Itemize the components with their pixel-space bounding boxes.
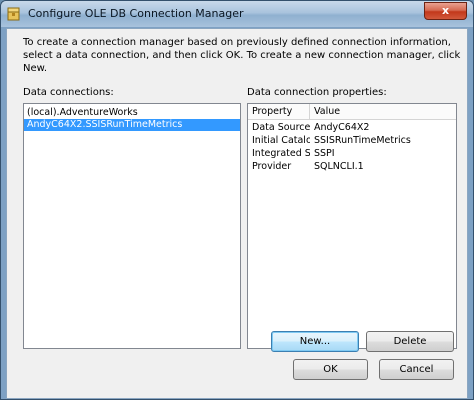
property-value: SSISRunTimeMetrics bbox=[314, 135, 411, 146]
property-row: Data Source AndyC64X2 bbox=[248, 122, 456, 134]
property-value: SQLNCLI.1 bbox=[314, 161, 364, 172]
properties-grid: Property Value Data Source AndyC64X2 Ini… bbox=[247, 103, 457, 349]
close-icon: x bbox=[441, 4, 450, 17]
close-button[interactable]: x bbox=[424, 2, 467, 20]
window-title: Configure OLE DB Connection Manager bbox=[28, 7, 244, 20]
dialog-client-area: To create a connection manager based on … bbox=[6, 28, 468, 399]
cancel-button[interactable]: Cancel bbox=[379, 359, 454, 380]
property-name: Provider bbox=[252, 161, 292, 172]
property-row: Initial Catalog SSISRunTimeMetrics bbox=[248, 135, 456, 147]
data-connections-label: Data connections: bbox=[23, 87, 114, 98]
dialog-window: Configure OLE DB Connection Manager x To… bbox=[0, 0, 474, 400]
property-value: AndyC64X2 bbox=[314, 122, 370, 133]
property-row: Provider SQLNCLI.1 bbox=[248, 161, 456, 173]
ok-button[interactable]: OK bbox=[293, 359, 368, 380]
instructions-text: To create a connection manager based on … bbox=[23, 37, 461, 74]
ssis-package-icon bbox=[7, 7, 20, 21]
list-item-ssisruntimemetrics[interactable]: AndyC64X2.SSISRunTimeMetrics bbox=[24, 119, 240, 131]
column-header-property[interactable]: Property bbox=[248, 104, 310, 119]
properties-header: Property Value bbox=[248, 104, 456, 120]
property-name: Initial Catalog bbox=[252, 135, 310, 146]
data-connections-list[interactable]: (local).AdventureWorks AndyC64X2.SSISRun… bbox=[23, 103, 241, 349]
property-name: Integrated Se... bbox=[252, 148, 310, 159]
new-button[interactable]: New... bbox=[271, 331, 359, 352]
list-item-adventureworks[interactable]: (local).AdventureWorks bbox=[24, 107, 240, 119]
property-value: SSPI bbox=[314, 148, 335, 159]
property-name: Data Source bbox=[252, 122, 310, 133]
delete-button[interactable]: Delete bbox=[366, 331, 454, 352]
property-row: Integrated Se... SSPI bbox=[248, 148, 456, 160]
title-bar[interactable]: Configure OLE DB Connection Manager x bbox=[1, 1, 473, 27]
column-header-value[interactable]: Value bbox=[310, 104, 456, 119]
data-connection-properties-label: Data connection properties: bbox=[247, 87, 387, 98]
